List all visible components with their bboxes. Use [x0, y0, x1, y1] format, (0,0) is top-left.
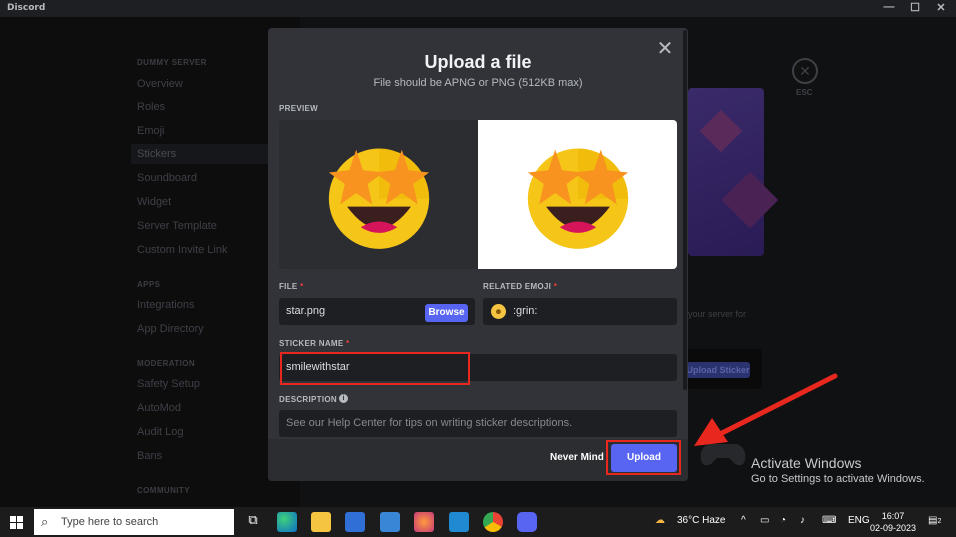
title-bar: Discord — ☐ ✕	[0, 0, 956, 17]
file-value: star.png	[286, 305, 326, 317]
preview-dark	[279, 120, 478, 269]
sidebar-item-bans[interactable]: Bans	[137, 450, 162, 462]
windows-start-icon[interactable]	[10, 516, 23, 529]
maximize-button[interactable]: ☐	[904, 1, 926, 14]
edge-icon[interactable]	[277, 512, 297, 532]
weather-text[interactable]: 36°C Haze	[677, 515, 725, 526]
sidebar-item-safety-setup[interactable]: Safety Setup	[137, 378, 200, 390]
firefox-icon[interactable]	[414, 512, 434, 532]
sidebar-item-audit-log[interactable]: Audit Log	[137, 426, 183, 438]
preview-light	[478, 120, 677, 269]
sidebar-header-moderation: MODERATION	[137, 359, 196, 368]
sidebar-item-integrations[interactable]: Integrations	[137, 299, 194, 311]
weather-icon: ☁	[655, 515, 665, 526]
sticker-name-label-text: STICKER NAME	[279, 339, 344, 348]
file-label: FILE *	[279, 282, 304, 291]
modal-scrollbar[interactable]	[683, 30, 687, 390]
sidebar-item-soundboard[interactable]: Soundboard	[137, 172, 197, 184]
highlight-box	[606, 440, 681, 475]
sticker-name-label: STICKER NAME *	[279, 339, 350, 348]
window-title: Discord	[7, 3, 46, 13]
vscode-icon[interactable]	[449, 512, 469, 532]
promo-banner	[688, 88, 779, 256]
modal-subtitle: File should be APNG or PNG (512KB max)	[373, 77, 583, 89]
esc-close-icon[interactable]: ✕	[792, 58, 818, 84]
search-placeholder: Type here to search	[61, 516, 159, 528]
sidebar-header-community: COMMUNITY	[137, 486, 190, 495]
gem-icon	[699, 109, 743, 153]
sidebar-item-app-directory[interactable]: App Directory	[137, 323, 204, 335]
info-icon[interactable]: i	[339, 394, 348, 403]
description-input[interactable]: See our Help Center for tips on writing …	[279, 410, 677, 437]
highlight-box	[280, 352, 470, 385]
preview-label: PREVIEW	[279, 104, 318, 113]
sidebar-item-widget[interactable]: Widget	[137, 196, 171, 208]
sidebar-item-automod[interactable]: AutoMod	[137, 402, 181, 414]
sidebar-item-emoji[interactable]: Emoji	[137, 125, 165, 137]
never-mind-button[interactable]: Never Mind	[550, 452, 604, 463]
language-indicator[interactable]: ENG	[848, 515, 870, 526]
volume-icon[interactable]: ♪	[800, 515, 805, 526]
network-icon[interactable]: ◔	[780, 515, 786, 526]
file-label-text: FILE	[279, 282, 298, 291]
grin-emoji-icon: ☻	[491, 304, 506, 319]
notification-icon[interactable]: ▤2	[928, 515, 941, 526]
task-view-icon[interactable]: ⧉	[243, 512, 263, 532]
discord-icon[interactable]	[517, 512, 537, 532]
modal-title: Upload a file	[424, 52, 532, 72]
activate-windows-subtitle: Go to Settings to activate Windows.	[751, 473, 925, 485]
search-icon: ⌕	[41, 514, 49, 529]
related-emoji-label-text: RELATED EMOJI	[483, 282, 552, 291]
upload-file-modal: Upload a file File should be APNG or PNG…	[268, 28, 688, 481]
mail-icon[interactable]	[380, 512, 400, 532]
background-text: your server for	[688, 309, 747, 319]
esc-label: ESC	[796, 88, 813, 97]
related-emoji-field[interactable]: :grin:	[483, 298, 677, 325]
activate-windows-watermark: Activate Windows Go to Settings to activ…	[751, 455, 925, 485]
sidebar-header-apps: APPS	[137, 280, 161, 289]
related-emoji-value: :grin:	[513, 305, 538, 317]
file-explorer-icon[interactable]	[311, 512, 331, 532]
star-eyes-emoji-icon	[527, 148, 629, 249]
windows-taskbar: ⌕ Type here to search ⧉ ☁ 36°C Haze ^ ▭ …	[0, 507, 956, 537]
taskbar-search-input[interactable]: ⌕ Type here to search	[34, 509, 234, 535]
store-icon[interactable]	[345, 512, 365, 532]
sidebar-item-overview[interactable]: Overview	[137, 78, 183, 90]
description-placeholder: See our Help Center for tips on writing …	[286, 417, 573, 429]
settings-sidebar: DUMMY SERVER Overview Roles Emoji Sticke…	[0, 17, 300, 507]
sidebar-item-custom-invite-link[interactable]: Custom Invite Link	[137, 244, 227, 256]
sidebar-item-server-template[interactable]: Server Template	[137, 220, 217, 232]
chrome-icon[interactable]	[483, 512, 503, 532]
sticker-preview	[279, 120, 677, 269]
battery-icon[interactable]: ▭	[760, 515, 769, 526]
minimize-button[interactable]: —	[878, 1, 900, 13]
browse-button[interactable]: Browse	[425, 304, 468, 322]
sidebar-header-server: DUMMY SERVER	[137, 58, 207, 67]
annotation-arrow-icon	[694, 373, 838, 446]
star-eyes-emoji-icon	[328, 148, 430, 249]
notification-count: 2	[937, 518, 942, 525]
sidebar-item-roles[interactable]: Roles	[137, 101, 165, 113]
taskbar-clock[interactable]: 16:07 02-09-2023	[870, 510, 916, 534]
close-icon[interactable]: ✕	[656, 39, 674, 59]
chevron-up-icon[interactable]: ^	[741, 515, 746, 526]
modal-footer: Never Mind Upload	[268, 439, 688, 481]
keyboard-icon[interactable]: ⌨	[822, 515, 836, 526]
activate-windows-title: Activate Windows	[751, 455, 862, 471]
clock-time: 16:07	[881, 511, 905, 521]
related-emoji-label: RELATED EMOJI *	[483, 282, 558, 291]
clock-date: 02-09-2023	[870, 523, 917, 533]
close-window-button[interactable]: ✕	[930, 1, 952, 14]
description-label: DESCRIPTION	[279, 395, 337, 404]
